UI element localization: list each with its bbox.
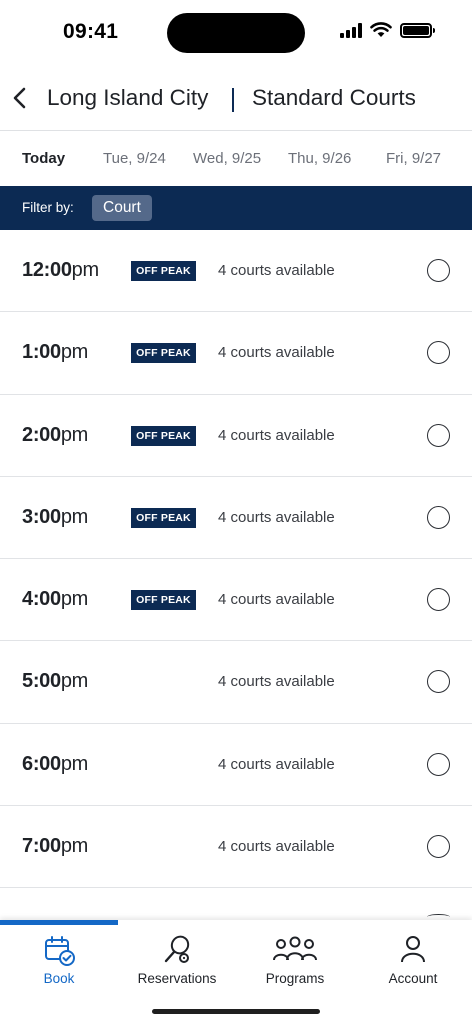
tab-account[interactable]: Account bbox=[354, 925, 472, 1003]
filter-label: Filter by: bbox=[22, 200, 74, 215]
person-icon bbox=[401, 936, 425, 963]
slot-availability: 4 courts available bbox=[218, 344, 335, 362]
slot-availability: 4 courts available bbox=[218, 508, 335, 526]
off-peak-badge: OFF PEAK bbox=[131, 507, 196, 528]
slot-time: 4:00pm bbox=[22, 588, 89, 611]
off-peak-badge: OFF PEAK bbox=[131, 425, 196, 446]
off-peak-badge: OFF PEAK bbox=[131, 590, 196, 611]
battery-icon bbox=[400, 22, 435, 38]
dynamic-island bbox=[167, 13, 305, 53]
slot-time: 5:00pm bbox=[22, 670, 89, 693]
slot-time: 3:00pm bbox=[22, 505, 89, 528]
location-title: Long Island City bbox=[47, 85, 209, 110]
tab-label: Book bbox=[43, 971, 75, 986]
tab-reservations[interactable]: Reservations bbox=[118, 925, 236, 1003]
slot-time: 2:00pm bbox=[22, 423, 89, 446]
slot-time: 1:00pm bbox=[22, 341, 89, 364]
slot-radio-button[interactable] bbox=[427, 670, 450, 694]
back-chevron-icon[interactable] bbox=[10, 84, 30, 112]
tab-book[interactable]: Book bbox=[0, 925, 118, 1003]
tab-programs[interactable]: Programs bbox=[236, 925, 354, 1003]
time-slot[interactable]: 5:00pm 4 courts available bbox=[0, 641, 472, 724]
slot-radio-button[interactable] bbox=[427, 423, 450, 447]
slot-availability: 4 courts available bbox=[218, 755, 335, 773]
time-slot[interactable]: 7:00pm 4 courts available bbox=[0, 806, 472, 889]
off-peak-badge: OFF PEAK bbox=[131, 261, 196, 281]
group-icon bbox=[273, 936, 317, 961]
time-slot[interactable]: 4:00pm OFF PEAK 4 courts available bbox=[0, 559, 472, 642]
status-icons bbox=[340, 22, 435, 38]
slot-radio-button[interactable] bbox=[427, 505, 450, 529]
tab-label: Programs bbox=[265, 971, 325, 986]
date-tab-today[interactable]: Today bbox=[22, 150, 65, 167]
time-slot[interactable]: 12:00pm OFF PEAK 4 courts available bbox=[0, 230, 472, 313]
date-tabs: Today Tue, 9/24 Wed, 9/25 Thu, 9/26 Fri,… bbox=[0, 131, 472, 186]
slot-availability: 4 courts available bbox=[218, 591, 335, 609]
slot-availability: 4 courts available bbox=[218, 673, 335, 691]
date-tab-fri[interactable]: Fri, 9/27 bbox=[386, 150, 441, 167]
time-slot[interactable]: 2:00pm OFF PEAK 4 courts available bbox=[0, 395, 472, 477]
status-time: 09:41 bbox=[63, 20, 119, 43]
slot-time: 7:00pm bbox=[22, 835, 89, 858]
time-slot[interactable]: 1:00pm OFF PEAK 4 courts available bbox=[0, 312, 472, 395]
slot-availability: 4 courts available bbox=[218, 426, 335, 444]
title-divider bbox=[232, 88, 234, 112]
tab-label: Account bbox=[388, 971, 438, 986]
date-tab-tue[interactable]: Tue, 9/24 bbox=[103, 150, 166, 167]
slot-availability: 4 courts available bbox=[218, 838, 335, 856]
cellular-signal-icon bbox=[340, 22, 362, 38]
slot-radio-button[interactable] bbox=[427, 341, 450, 365]
slot-radio-button[interactable] bbox=[427, 588, 450, 612]
slot-radio-button[interactable] bbox=[427, 835, 450, 859]
status-bar: 09:41 bbox=[0, 0, 472, 64]
date-tab-thu[interactable]: Thu, 9/26 bbox=[288, 150, 351, 167]
filter-bar: Filter by: Court bbox=[0, 186, 472, 230]
time-slot-list: 12:00pm OFF PEAK 4 courts available 1:00… bbox=[0, 230, 472, 889]
time-slot[interactable]: 6:00pm 4 courts available bbox=[0, 724, 472, 807]
home-indicator bbox=[152, 1009, 320, 1014]
tab-label: Reservations bbox=[137, 971, 217, 986]
slot-time: 12:00pm bbox=[22, 259, 99, 281]
slot-time: 6:00pm bbox=[22, 752, 89, 775]
slot-radio-button[interactable] bbox=[427, 752, 450, 776]
court-filter-chip[interactable]: Court bbox=[92, 195, 152, 221]
court-type-title: Standard Courts bbox=[252, 85, 416, 110]
page-header: Long Island City Standard Courts bbox=[0, 76, 472, 120]
off-peak-badge: OFF PEAK bbox=[131, 343, 196, 364]
slot-availability: 4 courts available bbox=[218, 262, 335, 279]
calendar-check-icon bbox=[45, 936, 75, 966]
slot-radio-button[interactable] bbox=[427, 259, 450, 282]
paddle-icon bbox=[164, 935, 190, 963]
date-tab-wed[interactable]: Wed, 9/25 bbox=[193, 150, 261, 167]
wifi-icon bbox=[370, 22, 392, 37]
time-slot[interactable]: 3:00pm OFF PEAK 4 courts available bbox=[0, 477, 472, 560]
